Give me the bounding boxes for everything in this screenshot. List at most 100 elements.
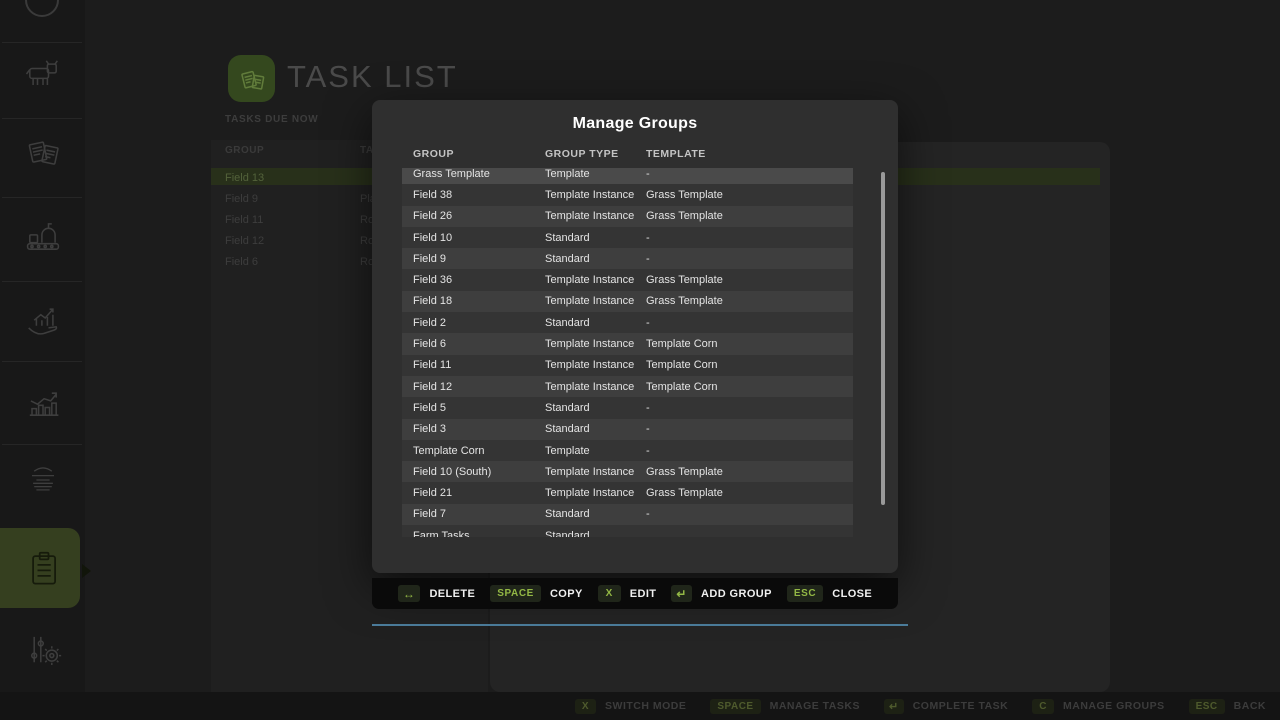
cell-template: Grass Template bbox=[646, 189, 853, 201]
group-table-row[interactable]: Field 2 Standard - bbox=[402, 312, 853, 333]
cell-group: Farm Tasks bbox=[413, 530, 545, 537]
group-table-row[interactable]: Field 6 Template Instance Template Corn bbox=[402, 333, 853, 354]
cell-group-type: Standard bbox=[545, 423, 646, 435]
sidebar-item-statistics[interactable] bbox=[0, 380, 85, 424]
sidebar-item-animals[interactable] bbox=[0, 52, 85, 96]
cell-group-type: Template Instance bbox=[545, 359, 646, 371]
delete-key-icon: ↔ bbox=[398, 585, 421, 602]
market-growth-icon bbox=[20, 296, 66, 340]
action-button[interactable]: X EDIT bbox=[598, 585, 657, 602]
task-list-icon bbox=[20, 544, 66, 588]
brand-emblem-icon bbox=[20, 458, 66, 502]
group-table-row[interactable]: Field 11 Template Instance Template Corn bbox=[402, 355, 853, 376]
group-table-row[interactable]: Field 3 Standard - bbox=[402, 419, 853, 440]
cell-template: - bbox=[646, 423, 853, 435]
hotkey-badge: X bbox=[575, 699, 596, 714]
group-table-row[interactable]: Field 10 Standard - bbox=[402, 227, 853, 248]
cell-group-type: Template Instance bbox=[545, 466, 646, 478]
column-header-template: TEMPLATE bbox=[646, 148, 853, 160]
cell-group: Field 10 (South) bbox=[413, 466, 545, 478]
group-table-row[interactable]: Farm Tasks Standard bbox=[402, 525, 853, 537]
cell-group-type: Template Instance bbox=[545, 274, 646, 286]
group-table-row[interactable]: Field 26 Template Instance Grass Templat… bbox=[402, 206, 853, 227]
action-button[interactable]: ↔ DELETE bbox=[398, 585, 475, 602]
group-table-row[interactable]: Grass Template Template - bbox=[402, 168, 853, 184]
hotkey-badge: SPACE bbox=[710, 699, 760, 714]
group-table-row[interactable]: Field 5 Standard - bbox=[402, 397, 853, 418]
cell-template: - bbox=[646, 232, 853, 244]
hotkey-hint: C MANAGE GROUPS bbox=[1032, 699, 1164, 714]
key-badge: SPACE bbox=[490, 585, 541, 602]
bg-cell-group: Field 11 bbox=[225, 214, 263, 226]
cell-template: Grass Template bbox=[646, 466, 853, 478]
task-list-badge bbox=[228, 55, 275, 102]
sidebar-item-contracts[interactable] bbox=[0, 130, 85, 174]
cell-template: - bbox=[646, 253, 853, 265]
tuning-icon bbox=[20, 627, 66, 671]
group-table-row[interactable]: Field 10 (South) Template Instance Grass… bbox=[402, 461, 853, 482]
group-table-row[interactable]: Field 7 Standard - bbox=[402, 504, 853, 525]
cell-template: Grass Template bbox=[646, 487, 853, 499]
cell-group-type: Standard bbox=[545, 232, 646, 244]
action-button[interactable]: ↵ ADD GROUP bbox=[671, 585, 771, 602]
hotkey-badge: C bbox=[1032, 699, 1054, 714]
group-table-row[interactable]: Field 9 Standard - bbox=[402, 248, 853, 269]
bg-cell-group: Field 9 bbox=[225, 193, 258, 205]
group-table-row[interactable]: Field 12 Template Instance Template Corn bbox=[402, 376, 853, 397]
cell-group-type: Standard bbox=[545, 530, 646, 537]
sidebar-item-task-list[interactable] bbox=[0, 544, 85, 588]
sidebar-divider bbox=[2, 361, 82, 362]
scrollbar-thumb[interactable] bbox=[881, 172, 885, 505]
group-table-row[interactable]: Field 21 Template Instance Grass Templat… bbox=[402, 482, 853, 503]
cell-group: Field 7 bbox=[413, 508, 545, 520]
cell-template: Template Corn bbox=[646, 359, 853, 371]
group-table-viewport: Grass Template Template - Field 38 Templ… bbox=[402, 168, 853, 537]
key-badge: X bbox=[598, 585, 621, 602]
group-table-row[interactable]: Field 36 Template Instance Grass Templat… bbox=[402, 269, 853, 290]
group-table-header: GROUP GROUP TYPE TEMPLATE bbox=[402, 148, 853, 160]
sidebar-item-brand-emblem[interactable] bbox=[0, 458, 85, 502]
cell-group-type: Template bbox=[545, 445, 646, 457]
column-header-group: GROUP bbox=[413, 148, 545, 160]
sidebar-item-production[interactable] bbox=[0, 214, 85, 258]
group-table-body: Grass Template Template - Field 38 Templ… bbox=[402, 168, 853, 537]
cell-group: Grass Template bbox=[413, 168, 545, 180]
action-button[interactable]: SPACE COPY bbox=[490, 585, 583, 602]
cell-group-type: Template Instance bbox=[545, 487, 646, 499]
cell-template: - bbox=[646, 168, 853, 180]
hotkey-label: BACK bbox=[1234, 700, 1266, 712]
statistics-icon bbox=[20, 380, 66, 424]
modal-action-bar: ↔ DELETE SPACE COPY X EDIT ↵ ADD GROUP E… bbox=[372, 578, 898, 609]
cell-group-type: Template Instance bbox=[545, 189, 646, 201]
sidebar-divider bbox=[2, 118, 82, 119]
cell-group-type: Template Instance bbox=[545, 381, 646, 393]
enter-key-icon: ↵ bbox=[671, 585, 692, 602]
cell-group: Field 10 bbox=[413, 232, 545, 244]
sidebar-divider bbox=[2, 197, 82, 198]
action-button[interactable]: ESC CLOSE bbox=[787, 585, 872, 602]
game-screen: TASK LIST TASKS DUE NOW GROUP TA Field 1… bbox=[0, 0, 1280, 720]
hotkey-hint: SPACE MANAGE TASKS bbox=[710, 699, 860, 714]
cell-group: Field 6 bbox=[413, 338, 545, 350]
action-label: CLOSE bbox=[832, 588, 872, 600]
bg-cell-group: Field 6 bbox=[225, 256, 258, 268]
action-label: COPY bbox=[550, 588, 583, 600]
group-table-row[interactable]: Field 18 Template Instance Grass Templat… bbox=[402, 291, 853, 312]
group-table-row[interactable]: Field 38 Template Instance Grass Templat… bbox=[402, 184, 853, 205]
action-label: DELETE bbox=[429, 588, 475, 600]
cell-template: - bbox=[646, 508, 853, 520]
cell-group-type: Standard bbox=[545, 402, 646, 414]
cell-group-type: Template bbox=[545, 168, 646, 180]
sidebar-item-tuning[interactable] bbox=[0, 627, 85, 671]
manage-groups-modal: Manage Groups GROUP GROUP TYPE TEMPLATE … bbox=[372, 100, 898, 573]
page-title: TASK LIST bbox=[287, 59, 458, 95]
cell-group: Field 3 bbox=[413, 423, 545, 435]
sidebar-item-market-growth[interactable] bbox=[0, 296, 85, 340]
cell-template: Template Corn bbox=[646, 338, 853, 350]
cell-group: Field 5 bbox=[413, 402, 545, 414]
hotkey-hint: X SWITCH MODE bbox=[575, 699, 687, 714]
contracts-icon bbox=[20, 130, 66, 174]
group-table-row[interactable]: Template Corn Template - bbox=[402, 440, 853, 461]
cell-group: Field 11 bbox=[413, 359, 545, 371]
production-icon bbox=[20, 214, 66, 258]
